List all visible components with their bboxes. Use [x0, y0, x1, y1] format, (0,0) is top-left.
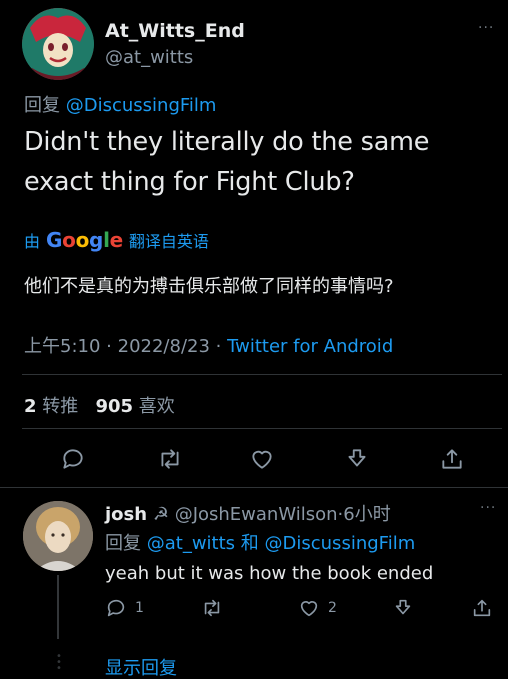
reply-count: 1 — [135, 600, 144, 616]
translated-text: 他们不是真的为搏击俱乐部做了同样的事情吗? — [24, 276, 394, 297]
share-icon — [473, 599, 491, 617]
separator-dot: · — [215, 336, 222, 357]
like-icon — [300, 601, 318, 617]
divider — [22, 428, 502, 429]
tweet-time: 上午5:10 — [24, 336, 101, 357]
separator-dot: · — [106, 336, 112, 357]
author-avatar[interactable] — [22, 8, 94, 80]
avatar-image — [23, 501, 93, 571]
conjunction: 和 — [240, 533, 259, 554]
reply-download-button[interactable] — [392, 597, 414, 619]
reply-reply-button[interactable]: 1 — [105, 597, 144, 619]
author-display-name[interactable]: At_Witts_End — [105, 20, 245, 42]
thread-line — [57, 575, 59, 639]
mention-link[interactable]: @DiscussingFilm — [265, 533, 416, 554]
retweets-stat[interactable]: 2 转推 — [24, 396, 78, 417]
google-logo: Google — [46, 228, 123, 252]
translate-by-label: 由 — [24, 232, 41, 251]
reply-like-button[interactable]: 2 — [298, 597, 337, 619]
replying-to-line: 回复 @DiscussingFilm — [24, 91, 216, 117]
more-options-icon[interactable]: ··· — [478, 20, 502, 36]
reply-icon[interactable] — [60, 446, 86, 472]
share-icon[interactable] — [439, 446, 465, 472]
reply-icon — [107, 599, 125, 617]
hammer-sickle-emoji: ☭ — [152, 504, 169, 525]
reply-share-button[interactable] — [471, 597, 493, 619]
mention-link[interactable]: @DiscussingFilm — [66, 95, 217, 116]
reply-header: josh ☭ @JoshEwanWilson·6小时 — [105, 500, 391, 526]
reply-text: yeah but it was how the book ended — [105, 563, 434, 584]
retweet-icon[interactable] — [157, 446, 183, 472]
reply-author-avatar[interactable] — [23, 501, 93, 571]
tweet-timestamp: 上午5:10 · 2022/8/23 · Twitter for Android — [24, 332, 393, 358]
reply-display-name[interactable]: josh — [105, 504, 147, 525]
client-link[interactable]: Twitter for Android — [227, 336, 393, 357]
likes-stat[interactable]: 905 喜欢 — [95, 396, 174, 417]
divider — [22, 374, 502, 375]
like-count: 2 — [328, 600, 337, 616]
replying-prefix: 回复 — [24, 95, 60, 116]
download-icon — [395, 599, 411, 615]
engagement-stats: 2 转推 905 喜欢 — [24, 392, 175, 418]
show-replies-link[interactable]: 显示回复 — [105, 654, 177, 679]
divider — [0, 487, 508, 488]
replying-prefix: 回复 — [105, 533, 141, 554]
reply-more-options-icon[interactable]: ··· — [480, 500, 496, 516]
reply-retweet-button[interactable] — [201, 597, 223, 619]
retweet-icon — [204, 599, 220, 617]
like-icon[interactable] — [249, 446, 275, 472]
tweet-text: Didn't they literally do the same exact … — [24, 127, 430, 197]
mention-link[interactable]: @at_witts — [147, 533, 235, 554]
tweet-date: 2022/8/23 — [117, 336, 210, 357]
reply-replying-to: 回复 @at_witts 和 @DiscussingFilm — [105, 529, 415, 555]
tweet-detail-page: At_Witts_End @at_witts ··· 回复 @Discussin… — [0, 0, 508, 679]
translate-attribution[interactable]: 由 Google 翻译自英语 — [24, 228, 209, 252]
reply-age: 6小时 — [343, 504, 391, 525]
reply-handle[interactable]: @JoshEwanWilson — [175, 504, 338, 525]
translate-source-label: 翻译自英语 — [128, 232, 209, 251]
author-handle[interactable]: @at_witts — [105, 47, 193, 68]
download-icon[interactable] — [344, 446, 370, 472]
thread-dots: • • • — [56, 651, 62, 674]
avatar-image — [22, 8, 94, 80]
